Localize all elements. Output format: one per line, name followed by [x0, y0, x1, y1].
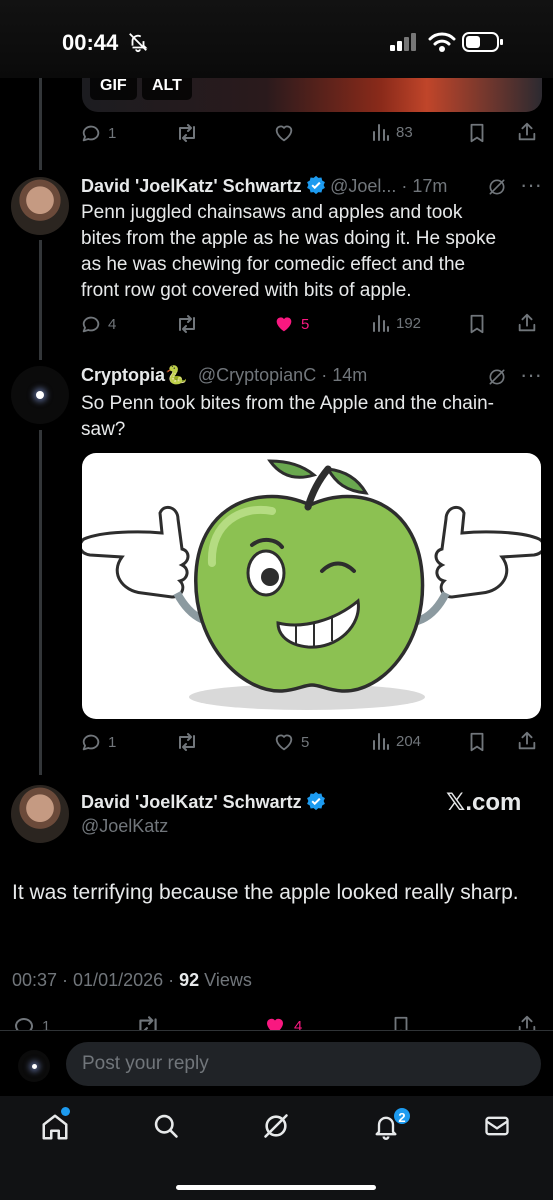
views-count: 192 [396, 314, 422, 332]
views-count: 204 [396, 732, 422, 750]
author-name[interactable]: Cryptopia🐍 [81, 365, 187, 385]
views-icon [373, 315, 389, 332]
views-icon [373, 124, 389, 141]
reply-icon [82, 125, 100, 142]
thread-line [39, 430, 42, 775]
reply-icon [15, 1018, 33, 1030]
author-handle[interactable]: @Joel... [330, 176, 396, 196]
more-options-icon[interactable]: ··· [520, 172, 542, 198]
views-icon [373, 733, 389, 750]
reply-icon [82, 316, 100, 333]
author-name[interactable]: David 'JoelKatz' Schwartz [81, 792, 302, 812]
status-time: 00:44 [62, 30, 119, 55]
author-handle[interactable]: @CryptopianC [198, 365, 316, 385]
battery-icon [462, 32, 503, 52]
share-icon[interactable] [516, 312, 538, 334]
grok-icon[interactable] [487, 367, 507, 387]
share-icon[interactable] [516, 1013, 538, 1030]
brand-watermark: 𝕏.com [446, 789, 522, 816]
views-button[interactable]: 204 [372, 731, 421, 751]
tweet-meta: 00:37 · 01/01/2026 · 92 Views [12, 970, 252, 991]
avatar[interactable] [11, 177, 69, 235]
tweet-text: Penn juggled chainsaws and apples and to… [81, 202, 497, 301]
heart-icon [275, 734, 293, 751]
main-tweet-text: It was terrifying because the apple look… [12, 881, 519, 904]
reply-button[interactable]: 1 [12, 1014, 50, 1030]
notifications-badge: 2 [392, 1106, 412, 1126]
heart-icon [275, 125, 293, 142]
views-count: 92 [179, 970, 200, 990]
views-button[interactable]: 83 [372, 122, 413, 142]
like-count: 5 [301, 315, 310, 333]
tweet-header: David 'JoelKatz' Schwartz [81, 791, 326, 813]
bookmark-icon[interactable] [390, 1014, 412, 1030]
like-button[interactable]: 4 [262, 1014, 302, 1030]
messages-mail-icon[interactable] [482, 1112, 512, 1140]
retweet-icon [179, 733, 195, 751]
heart-filled-icon [267, 1018, 283, 1030]
search-icon[interactable] [152, 1112, 180, 1140]
home-indicator [176, 1185, 376, 1190]
tweet-time[interactable]: 14m [332, 365, 367, 385]
home-icon[interactable] [40, 1112, 70, 1142]
more-options-icon[interactable]: ··· [520, 362, 542, 388]
bookmark-icon[interactable] [466, 122, 488, 144]
main-action-bar: 1 4 [0, 1010, 553, 1030]
reply-count: 4 [108, 315, 117, 333]
home-notification-dot [61, 1107, 70, 1116]
winking-apple-illustration [82, 459, 541, 710]
verified-badge-icon [306, 791, 325, 811]
retweet-button[interactable] [135, 1014, 161, 1030]
retweet-button[interactable] [175, 731, 199, 753]
retweet-button[interactable] [175, 122, 199, 144]
reply-button[interactable]: 1 [80, 731, 116, 753]
retweet-icon [179, 124, 195, 142]
wifi-icon [428, 32, 456, 52]
tweet-time[interactable]: 17m [412, 176, 447, 196]
author-name[interactable]: David 'JoelKatz' Schwartz [81, 176, 302, 196]
share-icon[interactable] [516, 730, 538, 752]
views-label: Views [199, 970, 252, 990]
share-icon[interactable] [516, 121, 538, 143]
like-count: 4 [294, 1017, 303, 1031]
author-handle[interactable]: @JoelKatz [81, 816, 168, 837]
reply-count: 1 [42, 1017, 51, 1031]
reply-button[interactable]: 4 [80, 313, 116, 335]
bookmark-icon[interactable] [466, 313, 488, 335]
tweet-image[interactable] [82, 453, 541, 719]
reply-count: 1 [108, 124, 117, 142]
reply-icon [82, 734, 100, 751]
avatar[interactable] [11, 785, 69, 843]
bookmark-icon[interactable] [466, 731, 488, 753]
avatar[interactable] [11, 366, 69, 424]
reply-input[interactable]: Post your reply [66, 1042, 541, 1086]
status-bar: 00:44 [0, 0, 553, 78]
retweet-icon [179, 315, 195, 333]
views-count: 83 [396, 123, 413, 141]
tweet-header: David 'JoelKatz' Schwartz @Joel... · 17m [81, 175, 448, 196]
cellular-signal-icon [390, 33, 416, 51]
reply-button[interactable]: 1 [80, 122, 116, 144]
tweet-header: Cryptopia🐍 @CryptopianC · 14m [81, 365, 368, 385]
silent-bell-icon [129, 33, 148, 53]
like-count: 5 [301, 733, 310, 751]
like-button[interactable]: 5 [273, 313, 309, 335]
tweet-timestamp[interactable]: 00:37 · 01/01/2026 · [12, 970, 179, 990]
views-button[interactable]: 192 [372, 313, 421, 333]
reply-count: 1 [108, 733, 117, 751]
tweet-text: So Penn took bites from the Apple and th… [81, 393, 494, 440]
like-button[interactable]: 5 [273, 731, 309, 753]
retweet-button[interactable] [175, 313, 199, 335]
like-button[interactable] [273, 122, 295, 144]
grok-icon[interactable] [487, 177, 507, 197]
grok-tab-icon[interactable] [262, 1112, 290, 1140]
retweet-icon [139, 1016, 157, 1030]
verified-badge-icon [306, 175, 325, 195]
my-avatar[interactable] [18, 1050, 50, 1082]
heart-filled-icon [276, 317, 292, 332]
thread-line [39, 240, 42, 360]
